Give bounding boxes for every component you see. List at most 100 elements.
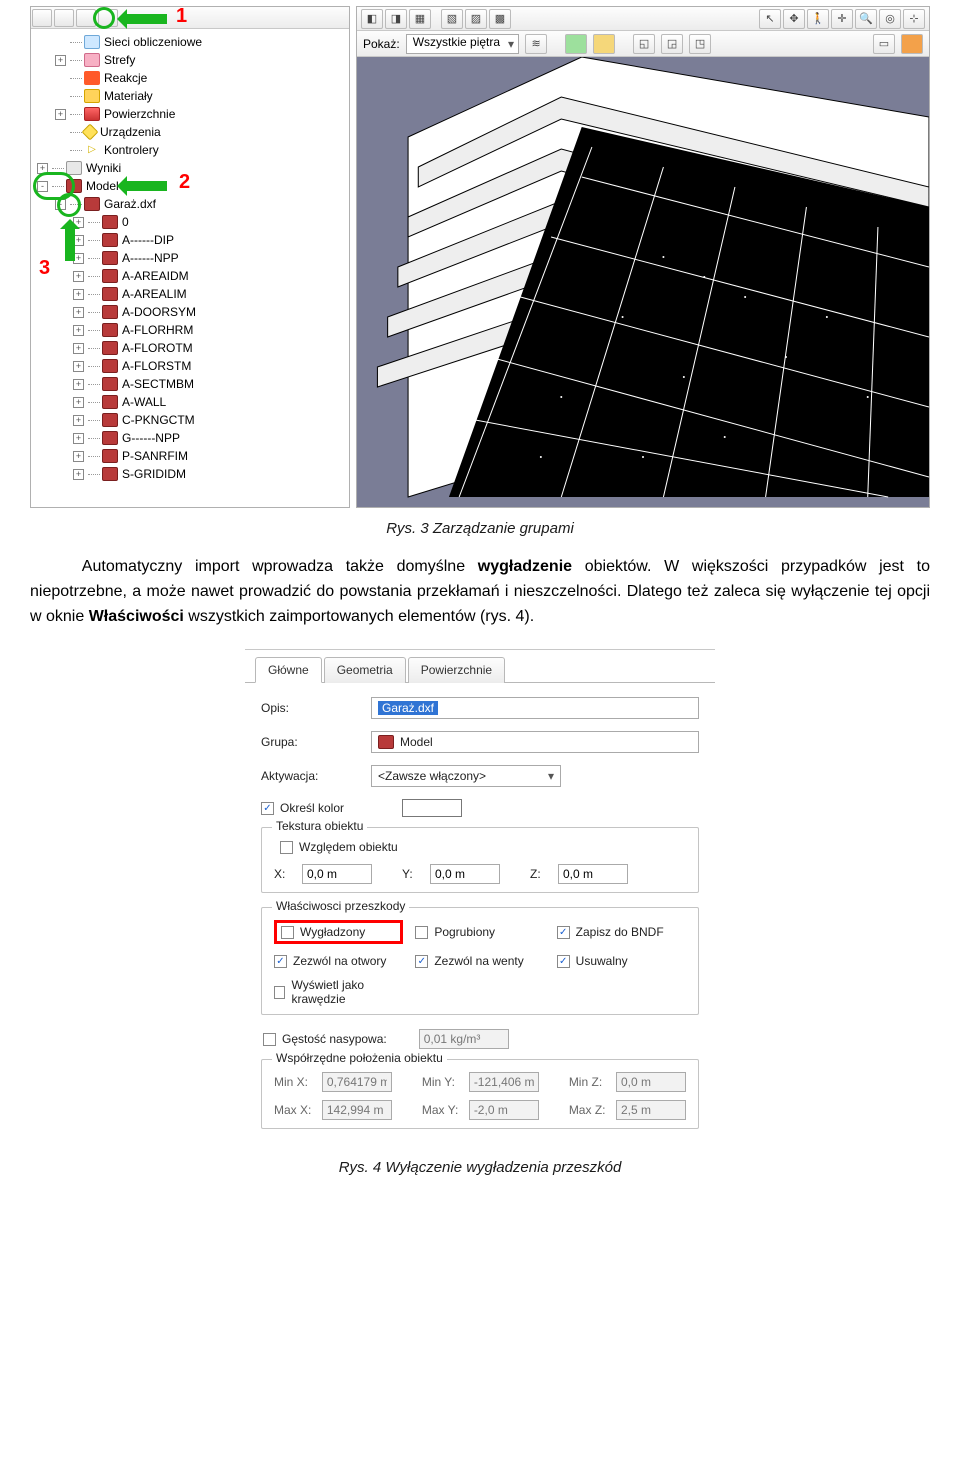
y-field[interactable] — [430, 864, 500, 884]
miny-label: Min Y: — [422, 1075, 459, 1089]
wzgledem-checkbox[interactable] — [280, 841, 293, 854]
expand-toggle[interactable]: + — [73, 235, 84, 246]
walk-icon[interactable]: 🚶 — [807, 9, 829, 29]
pogrubiony-checkbox[interactable] — [415, 926, 428, 939]
expand-toggle[interactable]: + — [73, 271, 84, 282]
expand-toggle[interactable]: + — [73, 397, 84, 408]
tree-item[interactable]: +A-AREAIDM — [37, 267, 349, 285]
expand-toggle[interactable]: + — [73, 433, 84, 444]
tree[interactable]: Sieci obliczeniowe + StrefyReakcjeMateriał… — [31, 29, 349, 489]
expand-toggle[interactable]: + — [73, 307, 84, 318]
tree-item-label: Model — [86, 177, 119, 195]
zoom-fit-icon[interactable]: ◎ — [879, 9, 901, 29]
cube-icon[interactable]: ◳ — [689, 34, 711, 54]
tree-item[interactable]: - Model — [37, 177, 349, 195]
tab-main[interactable]: Główne — [255, 657, 322, 683]
expand-toggle[interactable]: + — [73, 289, 84, 300]
tree-item-label: A-SECTMBM — [122, 375, 194, 393]
expand-toggle[interactable]: + — [73, 415, 84, 426]
expand-toggle[interactable]: - — [37, 181, 48, 192]
toolbar-button[interactable] — [54, 9, 74, 27]
zezwol-wenty-checkbox[interactable]: ✓ — [415, 955, 428, 968]
filter-icon[interactable]: ≋ — [525, 34, 547, 54]
aktywacja-select[interactable]: <Zawsze włączony> — [371, 765, 561, 787]
cube-icon[interactable]: ◲ — [661, 34, 683, 54]
grupa-field[interactable]: Model — [371, 731, 699, 753]
tree-item[interactable]: +0 — [37, 213, 349, 231]
expand-toggle[interactable]: + — [55, 55, 66, 66]
wygladzony-checkbox[interactable] — [281, 926, 294, 939]
layer-toggle-icon[interactable] — [593, 34, 615, 54]
tree-item[interactable]: Urządzenia — [37, 123, 349, 141]
toolbar-button[interactable] — [32, 9, 52, 27]
x-field[interactable] — [302, 864, 372, 884]
tree-item[interactable]: ▷Kontrolery — [37, 141, 349, 159]
tree-item[interactable]: +A-AREALIM — [37, 285, 349, 303]
expand-toggle[interactable]: + — [73, 469, 84, 480]
3d-viewport[interactable] — [357, 57, 929, 507]
tree-item[interactable]: Sieci obliczeniowe — [37, 33, 349, 51]
tree-item[interactable]: +A------DIP — [37, 231, 349, 249]
expand-toggle[interactable]: + — [73, 217, 84, 228]
tree-item[interactable]: +A-FLOROTM — [37, 339, 349, 357]
cube-icon[interactable]: ◱ — [633, 34, 655, 54]
expand-toggle[interactable]: + — [55, 109, 66, 120]
zezwol-otw-checkbox[interactable]: ✓ — [274, 955, 287, 968]
view-cube-icon[interactable]: ◧ — [361, 9, 383, 29]
tab-geometry[interactable]: Geometria — [324, 657, 406, 683]
opis-field[interactable]: Garaż.dxf — [371, 697, 699, 719]
layer-toggle-icon[interactable] — [565, 34, 587, 54]
toolbar-button[interactable] — [98, 9, 118, 27]
expand-toggle[interactable]: + — [73, 253, 84, 264]
maxy-label: Max Y: — [422, 1103, 459, 1117]
floor-select[interactable]: Wszystkie piętra — [406, 34, 519, 54]
tree-item[interactable]: +Wyniki — [37, 159, 349, 177]
orbit-icon[interactable]: ✥ — [783, 9, 805, 29]
tree-item[interactable]: +G------NPP — [37, 429, 349, 447]
expand-toggle[interactable]: + — [73, 343, 84, 354]
shade-icon[interactable]: ▩ — [489, 9, 511, 29]
expand-toggle[interactable]: + — [73, 361, 84, 372]
tree-item[interactable]: Materiały — [37, 87, 349, 105]
tree-item[interactable]: +A-WALL — [37, 393, 349, 411]
expand-toggle[interactable]: + — [37, 163, 48, 174]
toggle-icon[interactable] — [901, 34, 923, 54]
tree-item[interactable]: + A-SECTMBM — [37, 375, 349, 393]
zoom-icon[interactable]: 🔍 — [855, 9, 877, 29]
expand-toggle[interactable]: + — [73, 451, 84, 462]
tree-item[interactable]: -Garaż.dxf — [37, 195, 349, 213]
tree-item[interactable]: +P-SANRFIM — [37, 447, 349, 465]
tree-item[interactable]: +S-GRIDIDM — [37, 465, 349, 483]
tree-item[interactable]: +Powierzchnie — [37, 105, 349, 123]
zapisz-checkbox[interactable]: ✓ — [557, 926, 570, 939]
cursor-icon[interactable]: ↖ — [759, 9, 781, 29]
tree-item[interactable]: +A-DOORSYM — [37, 303, 349, 321]
tree-item-label: Strefy — [104, 51, 135, 69]
tree-item[interactable]: +C-PKNGCTM — [37, 411, 349, 429]
usuwalny-checkbox[interactable]: ✓ — [557, 955, 570, 968]
measure-icon[interactable]: ⊹ — [903, 9, 925, 29]
okresl-kolor-checkbox[interactable]: ✓ — [261, 802, 274, 815]
toggle-icon[interactable]: ▭ — [873, 34, 895, 54]
gestosc-checkbox[interactable] — [263, 1033, 276, 1046]
shade-icon[interactable]: ▧ — [441, 9, 463, 29]
expand-toggle[interactable]: + — [73, 379, 84, 390]
tree-item[interactable]: +A------NPP — [37, 249, 349, 267]
tree-item[interactable]: +A-FLORHRM — [37, 321, 349, 339]
wyswietl-checkbox[interactable] — [274, 986, 285, 999]
z-field[interactable] — [558, 864, 628, 884]
expand-toggle[interactable]: + — [73, 325, 84, 336]
tab-surfaces[interactable]: Powierzchnie — [408, 657, 505, 683]
color-swatch[interactable] — [402, 799, 462, 817]
tree-node-icon — [102, 269, 118, 283]
tree-item[interactable]: +A-FLORSTM — [37, 357, 349, 375]
view-cube-icon[interactable]: ◨ — [385, 9, 407, 29]
tree-node-icon — [102, 323, 118, 337]
view-cube-icon[interactable]: ▦ — [409, 9, 431, 29]
toolbar-button[interactable] — [76, 9, 96, 27]
pan-icon[interactable]: ✛ — [831, 9, 853, 29]
tree-item[interactable]: Reakcje — [37, 69, 349, 87]
shade-icon[interactable]: ▨ — [465, 9, 487, 29]
expand-toggle[interactable]: - — [55, 199, 66, 210]
tree-item[interactable]: + Strefy — [37, 51, 349, 69]
